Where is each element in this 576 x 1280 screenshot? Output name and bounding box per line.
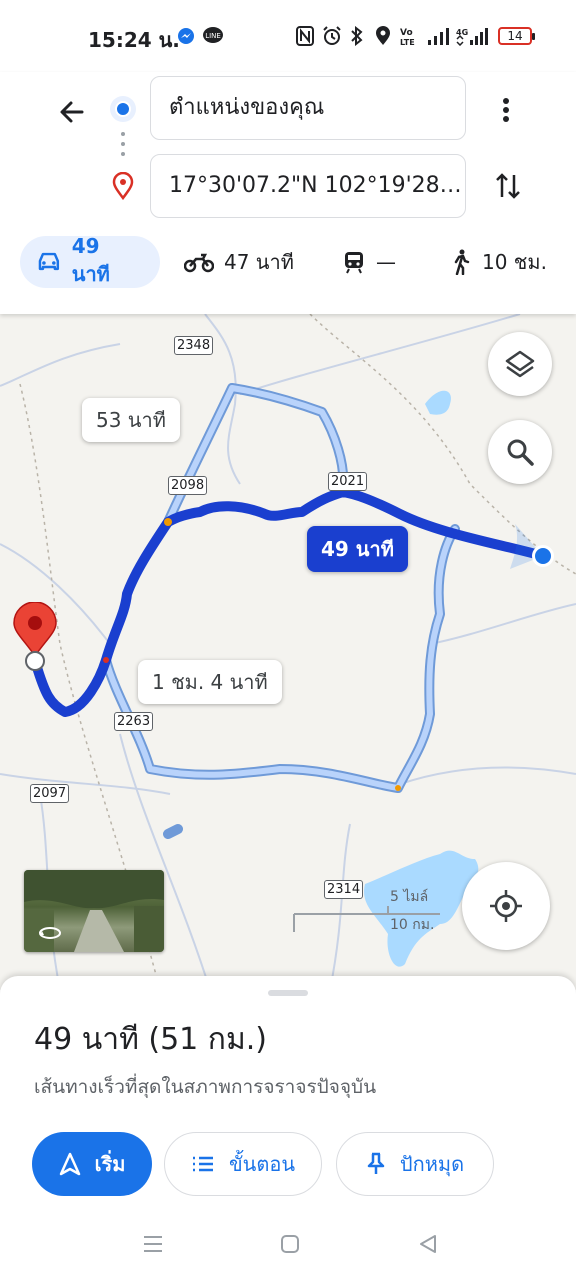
minor-road xyxy=(0,343,121,387)
signal-icon xyxy=(428,28,449,45)
route-callout-primary[interactable]: 49 นาที xyxy=(307,526,408,572)
route-dots-icon xyxy=(121,132,125,156)
line-icon: LINE xyxy=(203,27,223,43)
mode-walk[interactable]: 10 ชม. xyxy=(450,236,547,288)
mode-transit-label: — xyxy=(376,250,396,274)
mode-drive-label: 49 นาที xyxy=(71,234,110,286)
travel-mode-bar: 49 นาที 47 นาที — 10 ชม. xyxy=(0,234,576,288)
system-nav-bar xyxy=(0,1208,576,1280)
sheet-drag-handle[interactable] xyxy=(268,990,308,996)
route-description: เส้นทางเร็วที่สุดในสภาพการจราจรปัจจุบัน xyxy=(34,1076,377,1098)
minor-road xyxy=(239,314,521,395)
route-shield: 2021 xyxy=(328,472,368,491)
search-along-route-button[interactable] xyxy=(488,420,552,484)
map-scale: 5 ไมล์ 10 กม. xyxy=(292,884,442,934)
volte-icon: VoLTE xyxy=(400,28,415,46)
steps-button-label: ขั้นตอน xyxy=(228,1152,295,1176)
layers-button[interactable] xyxy=(488,332,552,396)
motorcycle-icon xyxy=(184,253,214,273)
more-vert-icon xyxy=(503,98,509,122)
water-body xyxy=(425,390,451,415)
back-icon[interactable] xyxy=(418,1234,438,1254)
origin-field[interactable]: ตำแหน่งของคุณ xyxy=(150,76,466,140)
battery-icon: 14 xyxy=(498,27,535,45)
route-callout-alt-1[interactable]: 53 นาที xyxy=(82,398,180,442)
mode-drive[interactable]: 49 นาที xyxy=(20,234,160,288)
start-button[interactable]: เริ่ม xyxy=(32,1132,152,1196)
traffic-dot xyxy=(395,785,401,791)
route-callout-alt-2[interactable]: 1 ชม. 4 นาที xyxy=(138,660,282,704)
route-shield: 2098 xyxy=(168,476,208,495)
list-icon xyxy=(192,1156,213,1172)
directions-panel: ตำแหน่งของคุณ 17°30'07.2"N 102°19'28.1"E… xyxy=(0,72,576,314)
messenger-icon xyxy=(178,28,194,44)
pin-icon xyxy=(367,1152,385,1174)
svg-text:LTE: LTE xyxy=(400,38,415,46)
minor-road xyxy=(429,603,576,645)
train-icon xyxy=(345,252,363,274)
swap-vert-icon xyxy=(496,173,520,199)
mode-motorcycle-label: 47 นาที xyxy=(224,250,294,274)
4g-signal-icon: 4G xyxy=(456,28,488,46)
destination-marker-icon[interactable] xyxy=(12,602,58,672)
location-icon xyxy=(376,26,390,45)
bluetooth-icon xyxy=(351,26,363,46)
alarm-icon xyxy=(323,26,341,45)
svg-text:LINE: LINE xyxy=(205,32,221,40)
my-location-dot xyxy=(535,548,551,564)
mode-motorcycle[interactable]: 47 นาที xyxy=(184,236,294,288)
route-shield: 2263 xyxy=(114,712,154,731)
scale-miles: 5 ไมล์ xyxy=(390,889,429,905)
pin-button-label: ปักหมุด xyxy=(399,1152,465,1176)
start-button-label: เริ่ม xyxy=(94,1152,126,1176)
pin-button[interactable]: ปักหมุด xyxy=(336,1132,494,1196)
traffic-dot xyxy=(164,518,172,526)
nfc-icon xyxy=(296,26,314,46)
home-icon[interactable] xyxy=(280,1234,300,1254)
street-view-thumbnail[interactable] xyxy=(24,870,164,952)
my-location-icon xyxy=(490,890,522,922)
recenter-button[interactable] xyxy=(462,862,550,950)
map-view[interactable]: 2348 2098 2021 2263 2097 2314 53 นาที 49… xyxy=(0,314,576,990)
mode-transit[interactable]: — xyxy=(342,236,396,288)
search-icon xyxy=(507,439,534,466)
recent-apps-icon[interactable] xyxy=(142,1234,164,1254)
route-summary: 49 นาที (51 กม.) xyxy=(34,1022,267,1057)
route-bottom-sheet: 49 นาที (51 กม.) เส้นทางเร็วที่สุดในสภาพ… xyxy=(0,976,576,1208)
minor-road xyxy=(399,766,576,785)
status-time: 15:24 น. xyxy=(88,28,180,52)
walk-icon xyxy=(454,249,470,275)
destination-pin-icon xyxy=(112,172,134,200)
route-shield: 2348 xyxy=(174,336,214,355)
layers-icon xyxy=(505,350,535,378)
steps-button[interactable]: ขั้นตอน xyxy=(164,1132,322,1196)
status-bar: 15:24 น. LINE Vo LTE 4G 14 xyxy=(0,0,576,72)
minor-road xyxy=(0,773,171,795)
svg-text:4G: 4G xyxy=(456,28,468,37)
svg-text:Vo: Vo xyxy=(400,28,413,38)
scale-km: 10 กม. xyxy=(390,917,435,933)
back-button[interactable] xyxy=(50,90,94,134)
route-shield: 2097 xyxy=(30,784,70,803)
origin-dot-icon xyxy=(110,96,136,122)
rotate-360-icon xyxy=(39,927,61,939)
back-arrow-icon xyxy=(60,101,84,123)
traffic-dot xyxy=(103,657,109,663)
car-icon xyxy=(38,252,60,271)
mode-walk-label: 10 ชม. xyxy=(482,250,547,274)
destination-field[interactable]: 17°30'07.2"N 102°19'28.1"E xyxy=(150,154,466,218)
swap-button[interactable] xyxy=(486,164,530,208)
navigation-arrow-icon xyxy=(59,1152,80,1176)
more-options-button[interactable] xyxy=(488,88,524,132)
